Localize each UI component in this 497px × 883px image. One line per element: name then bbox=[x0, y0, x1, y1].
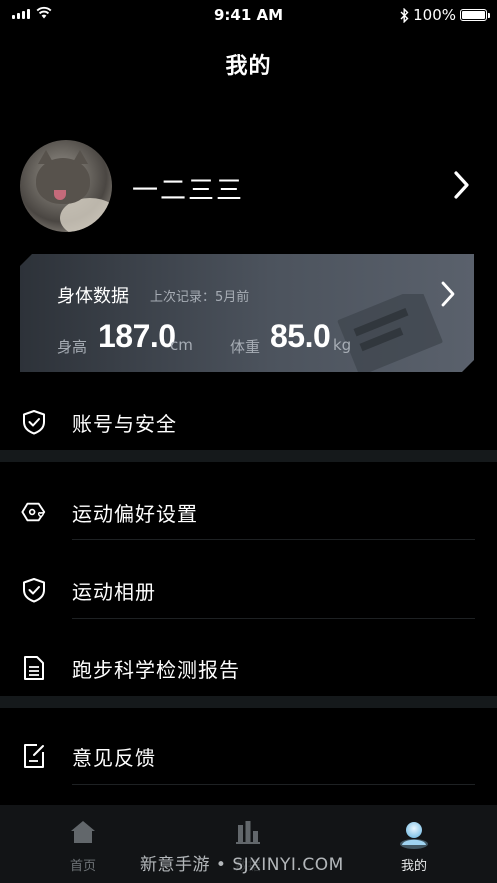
edit-note-icon bbox=[21, 743, 47, 769]
divider bbox=[72, 539, 475, 540]
user-icon bbox=[400, 822, 428, 849]
section-separator bbox=[0, 696, 497, 708]
battery-icon bbox=[460, 9, 490, 21]
weight-unit: kg bbox=[333, 336, 352, 354]
section-separator bbox=[0, 450, 497, 462]
home-icon bbox=[71, 821, 95, 843]
menu-item-sport-preferences[interactable]: 运动偏好设置 bbox=[0, 494, 497, 530]
document-decoration-icon bbox=[324, 294, 444, 376]
tab-label: 我的 bbox=[400, 859, 427, 874]
last-record: 上次记录：5月前 bbox=[150, 290, 250, 305]
settings-heart-icon bbox=[21, 499, 47, 525]
bar-chart-icon bbox=[236, 821, 260, 844]
menu-item-feedback[interactable]: 意见反馈 bbox=[0, 738, 497, 774]
tab-home[interactable]: 首页 bbox=[23, 805, 143, 883]
body-data-card[interactable]: 身体数据 上次记录：5月前 身高 187.0 cm 体重 85.0 kg bbox=[20, 254, 474, 372]
menu-label: 跑步科学检测报告 bbox=[72, 657, 240, 682]
tab-label: 首页 bbox=[69, 859, 96, 874]
height-unit: cm bbox=[170, 336, 193, 354]
chevron-right-icon[interactable] bbox=[440, 280, 456, 308]
bluetooth-icon bbox=[400, 7, 409, 23]
height-label: 身高 bbox=[57, 338, 88, 356]
status-bar: 9:41 AM 100% bbox=[0, 0, 497, 32]
watermark: 新意手游 • SJXINYI.COM bbox=[140, 855, 344, 875]
battery-percent: 100% bbox=[413, 6, 456, 24]
menu-label: 运动相册 bbox=[72, 579, 156, 604]
menu-label: 账号与安全 bbox=[72, 411, 177, 436]
body-data-title: 身体数据 bbox=[57, 286, 129, 307]
menu-item-account-security[interactable]: 账号与安全 bbox=[0, 404, 497, 440]
chevron-right-icon[interactable] bbox=[453, 170, 471, 200]
menu-label: 意见反馈 bbox=[72, 745, 156, 770]
menu-item-running-report[interactable]: 跑步科学检测报告 bbox=[0, 650, 497, 686]
shield-check-icon bbox=[21, 577, 47, 603]
height-value: 187.0 bbox=[98, 318, 176, 354]
tab-profile[interactable]: 我的 bbox=[354, 805, 474, 883]
page-title: 我的 bbox=[225, 54, 272, 79]
document-icon bbox=[21, 655, 47, 681]
weight-value: 85.0 bbox=[270, 318, 331, 354]
shield-check-icon bbox=[21, 409, 47, 435]
weight-label: 体重 bbox=[230, 338, 261, 356]
profile-row[interactable]: 一二三三 bbox=[20, 140, 477, 232]
divider bbox=[72, 784, 475, 785]
menu-label: 运动偏好设置 bbox=[72, 501, 198, 526]
username: 一二三三 bbox=[132, 176, 245, 206]
avatar[interactable] bbox=[20, 140, 112, 232]
menu-item-sport-album[interactable]: 运动相册 bbox=[0, 572, 497, 608]
divider bbox=[72, 618, 475, 619]
